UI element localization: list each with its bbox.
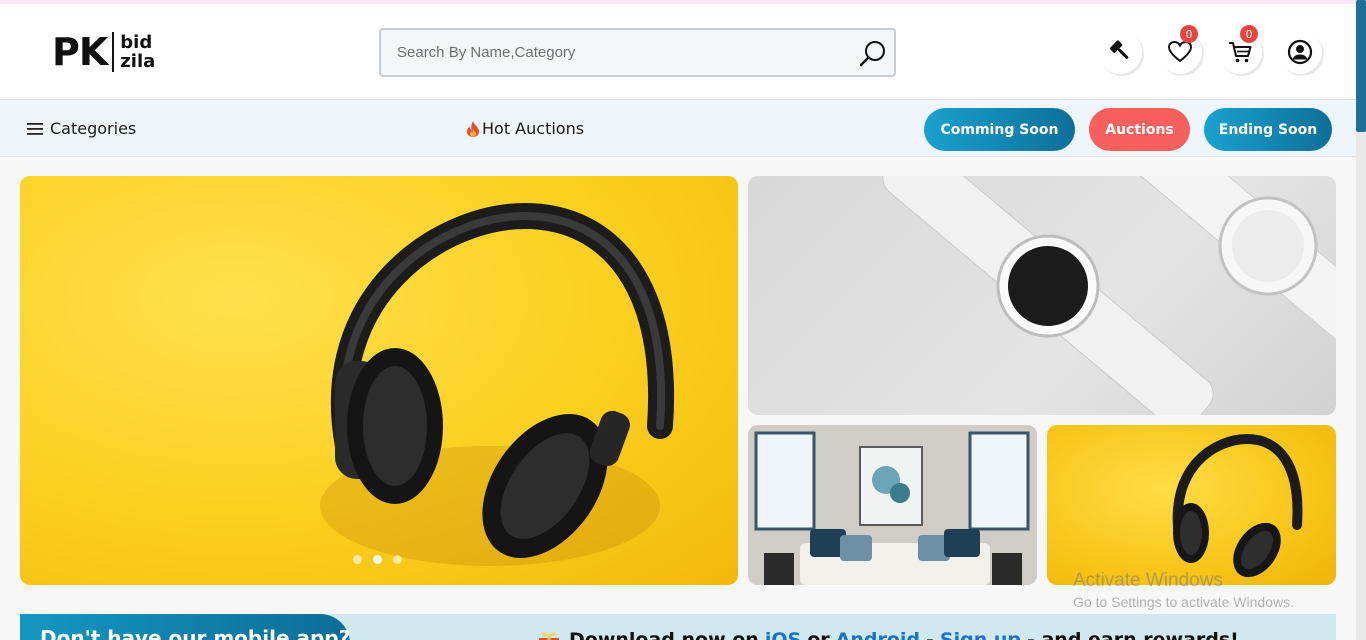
- heart-icon: [1167, 40, 1193, 63]
- carousel-dot[interactable]: [353, 555, 362, 564]
- carousel-dot-active[interactable]: [373, 555, 382, 564]
- promo-tile-smartwatch[interactable]: [748, 176, 1336, 415]
- search-icon[interactable]: [858, 39, 888, 69]
- site-logo[interactable]: PK bid zila: [52, 30, 155, 74]
- promo-tile-living-room[interactable]: [748, 425, 1037, 585]
- categories-menu-toggle[interactable]: Categories: [27, 119, 136, 138]
- wishlist-count-badge: 0: [1180, 25, 1198, 43]
- auctions-button[interactable]: Auctions: [1089, 108, 1190, 151]
- user-icon: [1287, 39, 1313, 65]
- hot-auctions-label: Hot Auctions: [482, 119, 585, 138]
- hero-carousel-slide[interactable]: [20, 176, 738, 585]
- logo-line-1: bid: [120, 32, 153, 53]
- banner-left-text: Don't have our mobile app?: [40, 626, 351, 640]
- fire-icon: [467, 120, 479, 137]
- logo-line-2: zila: [120, 51, 156, 72]
- logo-divider: [112, 32, 115, 72]
- gavel-icon: [1109, 40, 1129, 60]
- banner-suffix: - and earn rewards!: [1026, 629, 1239, 640]
- banner-left-panel: Don't have our mobile app?: [20, 614, 350, 640]
- watermark-subtitle: Go to Settings to activate Windows.: [1073, 594, 1294, 610]
- carousel-dot[interactable]: [393, 555, 402, 564]
- logo-mark: PK: [52, 30, 108, 74]
- cart-icon: [1229, 42, 1252, 63]
- banner-prefix: Download now on: [569, 629, 759, 640]
- page-scrollbar[interactable]: [1356, 0, 1366, 640]
- smartwatch-image: [882, 176, 1336, 415]
- promo-tile-headphones[interactable]: [1047, 425, 1336, 585]
- gift-icon: [539, 632, 559, 640]
- headphones-image: [320, 202, 675, 566]
- categories-label: Categories: [50, 119, 137, 138]
- ios-link[interactable]: iOS: [765, 629, 801, 640]
- scrollbar-thumb[interactable]: [1356, 0, 1366, 132]
- auctions-icon-button[interactable]: [1098, 30, 1142, 74]
- carousel-dots: [353, 555, 402, 564]
- android-link[interactable]: Android: [836, 629, 920, 640]
- site-header: PK bid zila 0: [0, 4, 1356, 100]
- ending-soon-button[interactable]: Ending Soon: [1204, 108, 1332, 151]
- search-input[interactable]: [381, 30, 851, 75]
- cart-count-badge: 0: [1240, 25, 1258, 43]
- cart-button[interactable]: 0: [1218, 25, 1262, 74]
- coming-soon-button[interactable]: Comming Soon: [924, 108, 1075, 151]
- search-box: [379, 28, 896, 77]
- menu-icon: [27, 122, 43, 135]
- wishlist-button[interactable]: 0: [1158, 25, 1202, 74]
- windows-activation-watermark: Activate Windows Go to Settings to activ…: [1073, 570, 1294, 612]
- living-room-image: [748, 425, 1037, 585]
- hot-auctions-link[interactable]: Hot Auctions: [466, 119, 584, 138]
- account-button[interactable]: [1278, 30, 1322, 74]
- headphones-image: [1172, 433, 1303, 578]
- category-navbar: Categories Hot Auctions Comming Soon Auc…: [0, 101, 1356, 157]
- logo-wordmark: bid zila: [120, 33, 155, 71]
- banner-dash: -: [926, 629, 934, 640]
- watermark-title: Activate Windows: [1073, 570, 1223, 591]
- mobile-app-banner: Don't have our mobile app? Download now …: [20, 614, 1336, 640]
- banner-download-line: Download now on iOS or Android - Sign up…: [535, 626, 1239, 640]
- signup-link[interactable]: Sign up: [940, 629, 1021, 640]
- banner-or: or: [807, 629, 830, 640]
